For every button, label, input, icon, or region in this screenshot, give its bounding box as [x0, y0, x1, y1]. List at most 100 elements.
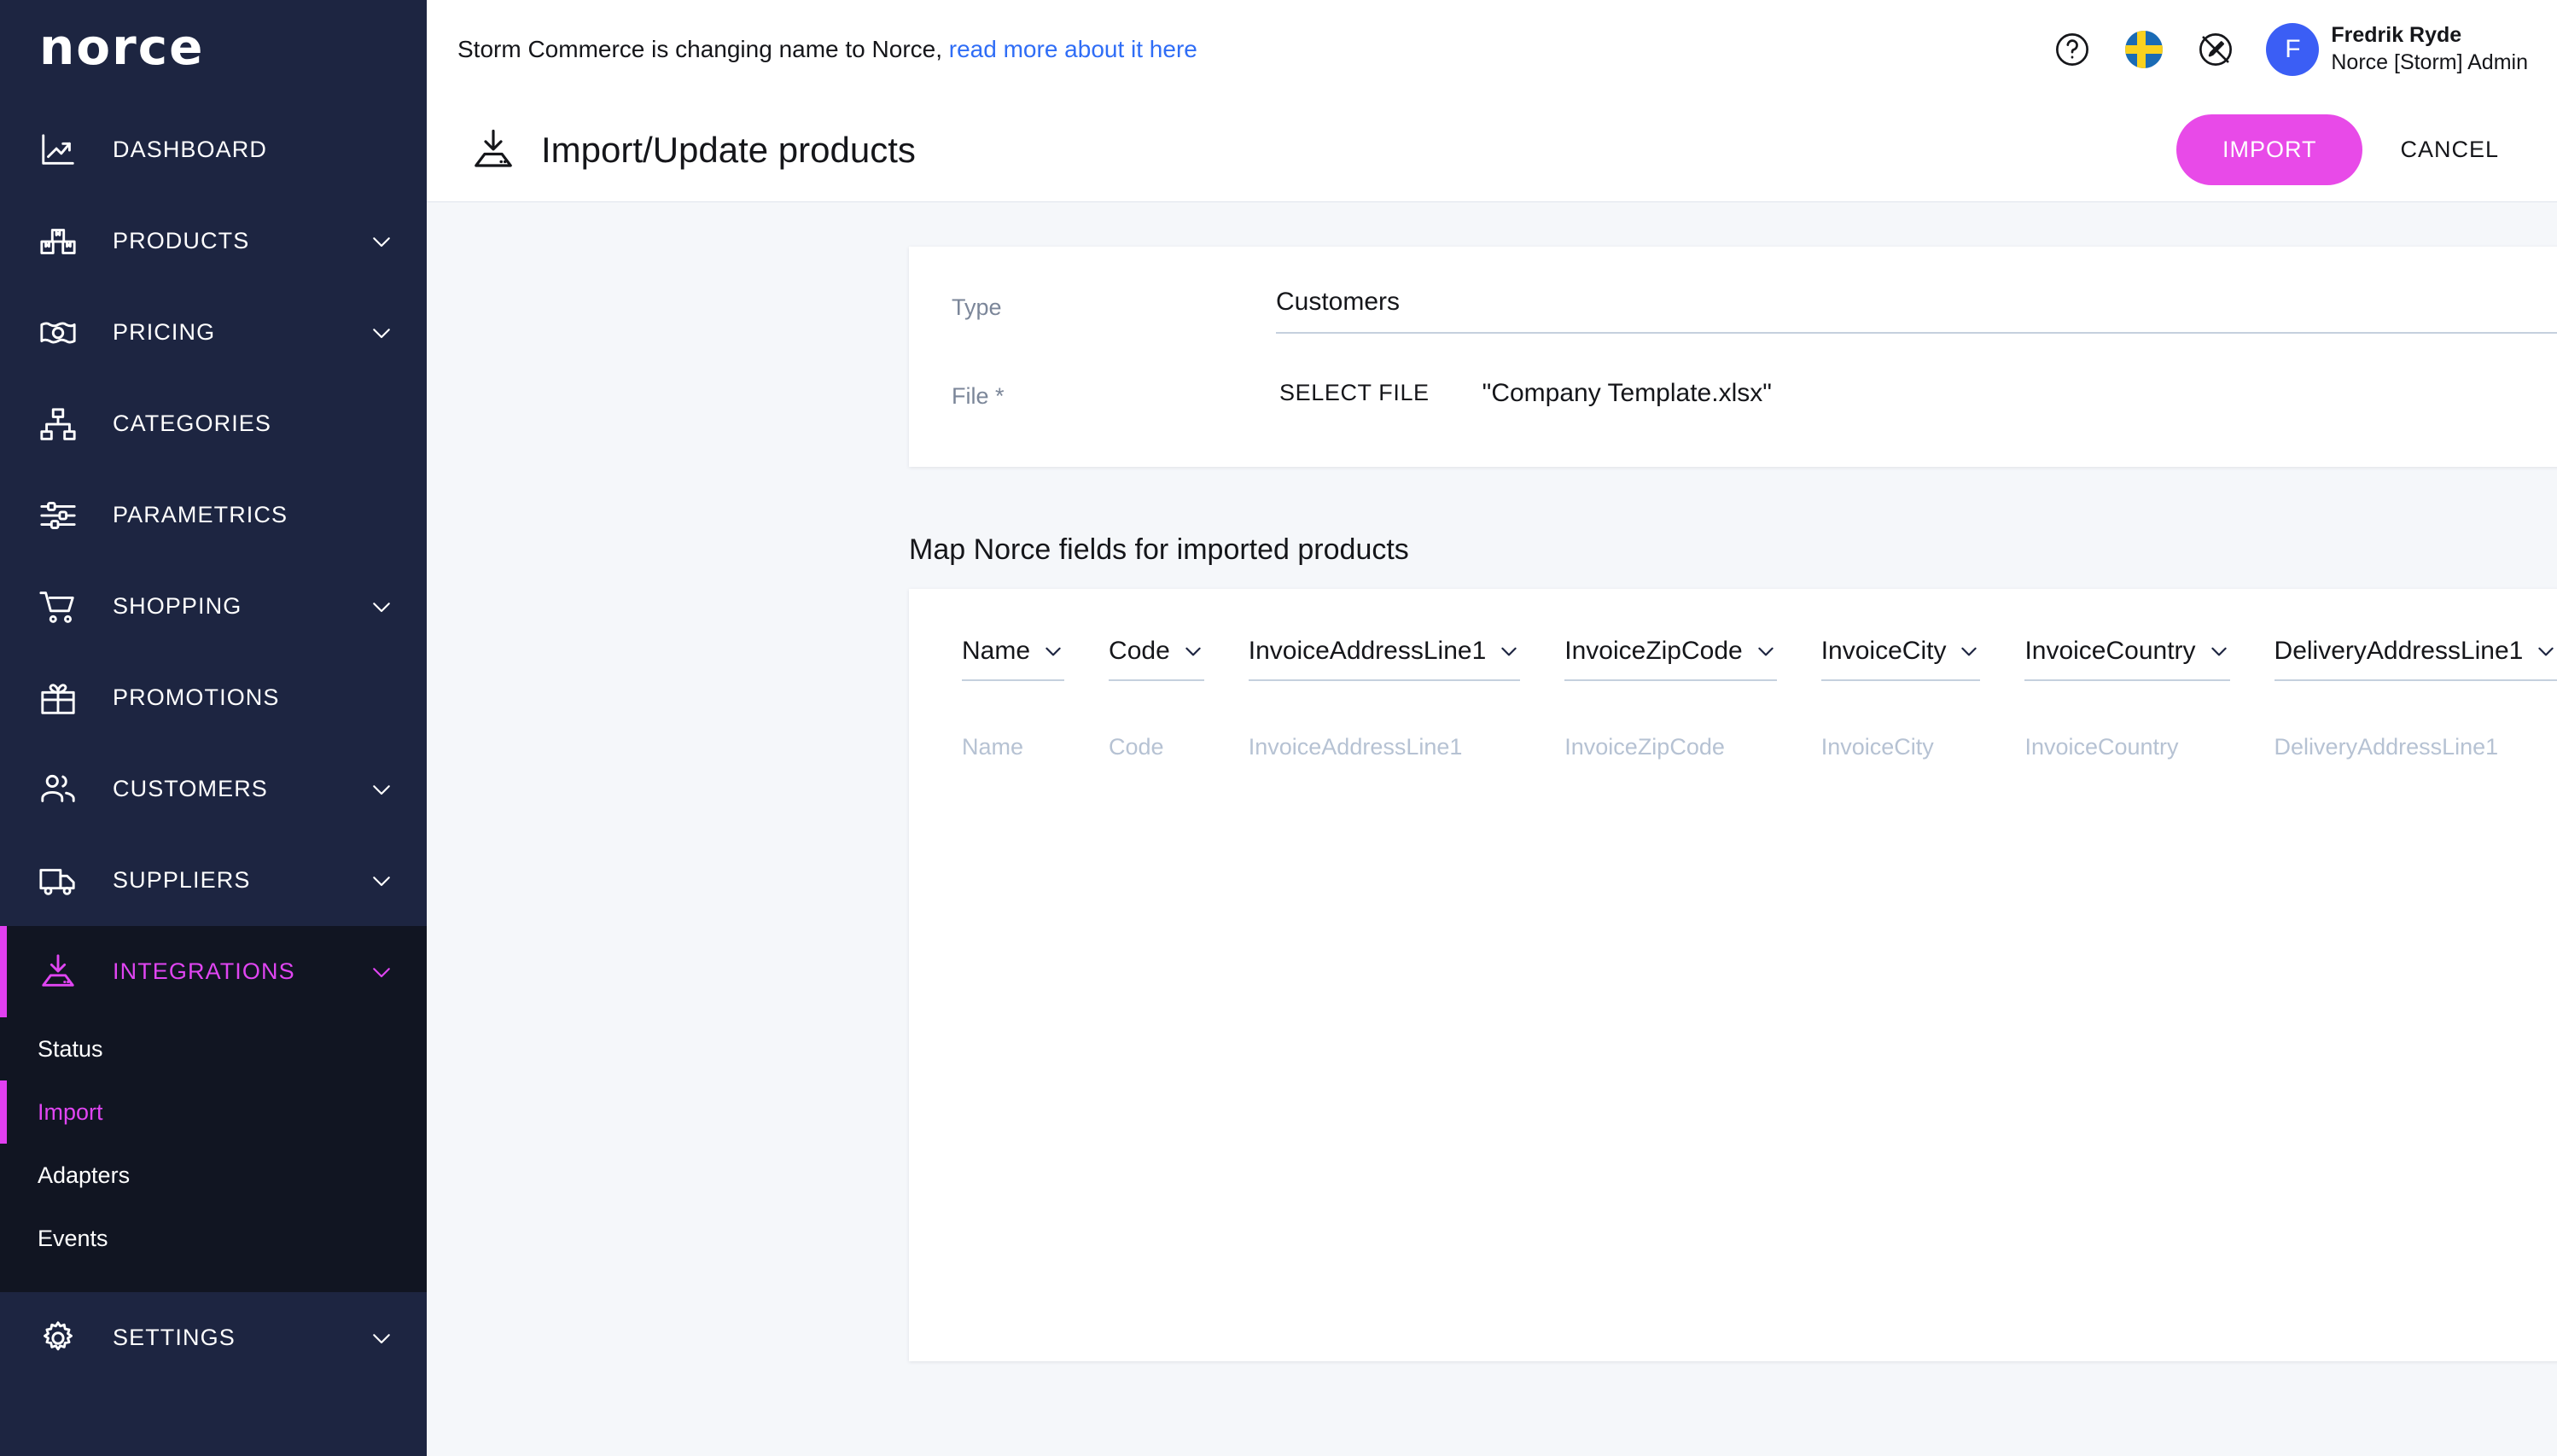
topbar-actions: F Fredrik Ryde Norce [Storm] Admin — [2051, 22, 2528, 76]
mapping-column-select[interactable]: InvoiceCountry — [2024, 637, 2230, 681]
sidebar-item-settings[interactable]: SETTINGS — [0, 1292, 427, 1383]
banknote-icon — [38, 312, 79, 353]
gear-icon — [38, 1318, 79, 1359]
chevron-down-icon — [1958, 640, 1980, 662]
mapping-column-sample: InvoiceAddressLine1 — [1248, 734, 1463, 760]
type-select[interactable]: Customers — [1276, 284, 2557, 334]
mapping-column-sample: InvoiceZipCode — [1564, 734, 1725, 760]
sidebar-subitem-events[interactable]: Events — [0, 1207, 427, 1270]
sweden-flag-icon[interactable] — [2123, 28, 2165, 71]
mapping-column-select[interactable]: Name — [962, 637, 1065, 681]
import-form-card: Type Customers File * SELECT FILE "Compa… — [909, 247, 2557, 467]
sidebar-item-label: DASHBOARD — [113, 137, 267, 162]
page-content: Type Customers File * SELECT FILE "Compa… — [427, 202, 2557, 1456]
chevron-down-icon — [2208, 640, 2230, 662]
sidebar-subitem-status[interactable]: Status — [0, 1017, 427, 1080]
chevron-down-icon[interactable] — [369, 320, 394, 346]
sidebar-item-parametrics[interactable]: PARAMETRICS — [0, 469, 427, 561]
page-title: Import/Update products — [541, 129, 916, 170]
main-area: Storm Commerce is changing name to Norce… — [427, 0, 2557, 1456]
sidebar-subitem-adapters[interactable]: Adapters — [0, 1144, 427, 1207]
user-menu[interactable]: F Fredrik Ryde Norce [Storm] Admin — [2266, 22, 2528, 76]
sidebar-item-suppliers[interactable]: SUPPLIERS — [0, 835, 427, 926]
file-label: File * — [952, 383, 1005, 409]
import-tray-icon — [38, 952, 79, 993]
select-file-button[interactable]: SELECT FILE — [1276, 371, 1433, 415]
sidebar-subitem-label: Import — [38, 1098, 103, 1125]
brand-logo[interactable]: norce — [0, 0, 427, 94]
sitemap-icon — [38, 404, 79, 445]
sidebar-item-products[interactable]: PRODUCTS — [0, 195, 427, 287]
sidebar-nav-list: DASHBOARD PRODUCTS PRICING CATEGORIES PA… — [0, 94, 427, 1383]
type-label: Type — [952, 294, 1002, 320]
mapping-column-select[interactable]: Code — [1109, 637, 1204, 681]
sidebar-item-label: SHOPPING — [113, 593, 242, 619]
mapping-column-header: InvoiceAddressLine1 — [1248, 637, 1487, 665]
rebrand-banner-text: Storm Commerce is changing name to Norce… — [457, 35, 942, 62]
type-field: Customers — [1276, 284, 2557, 334]
sliders-icon — [38, 495, 79, 536]
chart-line-icon — [38, 130, 79, 171]
user-info: Fredrik Ryde Norce [Storm] Admin — [2331, 22, 2528, 76]
cancel-button[interactable]: CANCEL — [2371, 114, 2528, 185]
mapping-column-sample: InvoiceCountry — [2024, 734, 2179, 760]
import-button[interactable]: IMPORT — [2175, 114, 2363, 185]
sidebar-subitem-label: Adapters — [38, 1162, 131, 1188]
chevron-down-icon[interactable] — [369, 959, 394, 985]
mapping-column: InvoiceCountry InvoiceCountry — [2024, 637, 2230, 760]
mapping-column-sample: Name — [962, 734, 1024, 760]
mapping-column-sample: InvoiceCity — [1820, 734, 1934, 760]
sidebar-item-label: CUSTOMERS — [113, 776, 268, 801]
sidebar-item-shopping[interactable]: SHOPPING — [0, 561, 427, 652]
sidebar: norce DASHBOARD PRODUCTS PRICING CATEGOR… — [0, 0, 427, 1456]
mapping-column: Code Code — [1109, 637, 1204, 760]
chevron-down-icon[interactable] — [369, 1325, 394, 1351]
chevron-down-icon[interactable] — [369, 594, 394, 620]
mapping-column-select[interactable]: InvoiceCity — [1820, 637, 1981, 681]
mapping-column-select[interactable]: InvoiceAddressLine1 — [1248, 637, 1521, 681]
sidebar-item-promotions[interactable]: PROMOTIONS — [0, 652, 427, 743]
sidebar-item-label: SUPPLIERS — [113, 867, 251, 893]
brand-logo-text: norce — [39, 18, 205, 76]
app-root: norce DASHBOARD PRODUCTS PRICING CATEGOR… — [0, 0, 2557, 1456]
mapping-column: InvoiceCity InvoiceCity — [1820, 637, 1981, 760]
boxes-icon — [38, 221, 79, 262]
mapping-column-select[interactable]: InvoiceZipCode — [1564, 637, 1777, 681]
sidebar-item-label: PRICING — [113, 319, 216, 345]
sidebar-subitem-import[interactable]: Import — [0, 1080, 427, 1144]
mapping-column: DeliveryAddressLine1 DeliveryAddressLine… — [2274, 637, 2557, 760]
mapping-column: InvoiceZipCode InvoiceZipCode — [1564, 637, 1777, 760]
mapping-column-header: DeliveryAddressLine1 — [2274, 637, 2524, 665]
type-select-value: Customers — [1276, 288, 1401, 316]
question-circle-icon[interactable] — [2051, 28, 2094, 71]
topbar: Storm Commerce is changing name to Norce… — [427, 0, 2557, 98]
chevron-down-icon[interactable] — [369, 229, 394, 254]
sidebar-item-integrations[interactable]: INTEGRATIONS — [0, 926, 427, 1017]
user-name: Fredrik Ryde — [2331, 23, 2462, 48]
file-row: File * SELECT FILE "Company Template.xls… — [952, 334, 2557, 415]
chevron-down-icon — [2535, 640, 2557, 662]
page-actions: IMPORT CANCEL — [2175, 114, 2528, 185]
sidebar-item-dashboard[interactable]: DASHBOARD — [0, 104, 427, 195]
chevron-down-icon[interactable] — [369, 777, 394, 802]
chevron-down-icon[interactable] — [369, 868, 394, 894]
sidebar-item-label: PROMOTIONS — [113, 684, 280, 710]
sidebar-subnav-integrations: Status Import Adapters Events — [0, 1017, 427, 1292]
rebrand-banner-link[interactable]: read more about it here — [949, 36, 1197, 62]
shopping-cart-icon — [38, 586, 79, 627]
file-picker: SELECT FILE "Company Template.xlsx" — [1276, 334, 2557, 415]
file-field: SELECT FILE "Company Template.xlsx" — [1276, 334, 2557, 415]
pen-slash-icon[interactable] — [2194, 28, 2237, 71]
field-mapping-columns: Name Name Code Code InvoiceAddressLine1 … — [909, 637, 2557, 760]
sidebar-item-pricing[interactable]: PRICING — [0, 287, 427, 378]
sidebar-subitem-label: Events — [38, 1225, 108, 1251]
mapping-column-select[interactable]: DeliveryAddressLine1 — [2274, 637, 2557, 681]
sidebar-item-customers[interactable]: CUSTOMERS — [0, 743, 427, 835]
mapping-column-header: InvoiceZipCode — [1564, 637, 1743, 665]
rebrand-banner: Storm Commerce is changing name to Norce… — [457, 36, 1197, 63]
mapping-column-sample: Code — [1109, 734, 1164, 760]
sidebar-item-label: PARAMETRICS — [113, 502, 288, 527]
sidebar-group-integrations: INTEGRATIONS Status Import Adapters Even… — [0, 926, 427, 1292]
users-icon — [38, 769, 79, 810]
sidebar-item-categories[interactable]: CATEGORIES — [0, 378, 427, 469]
